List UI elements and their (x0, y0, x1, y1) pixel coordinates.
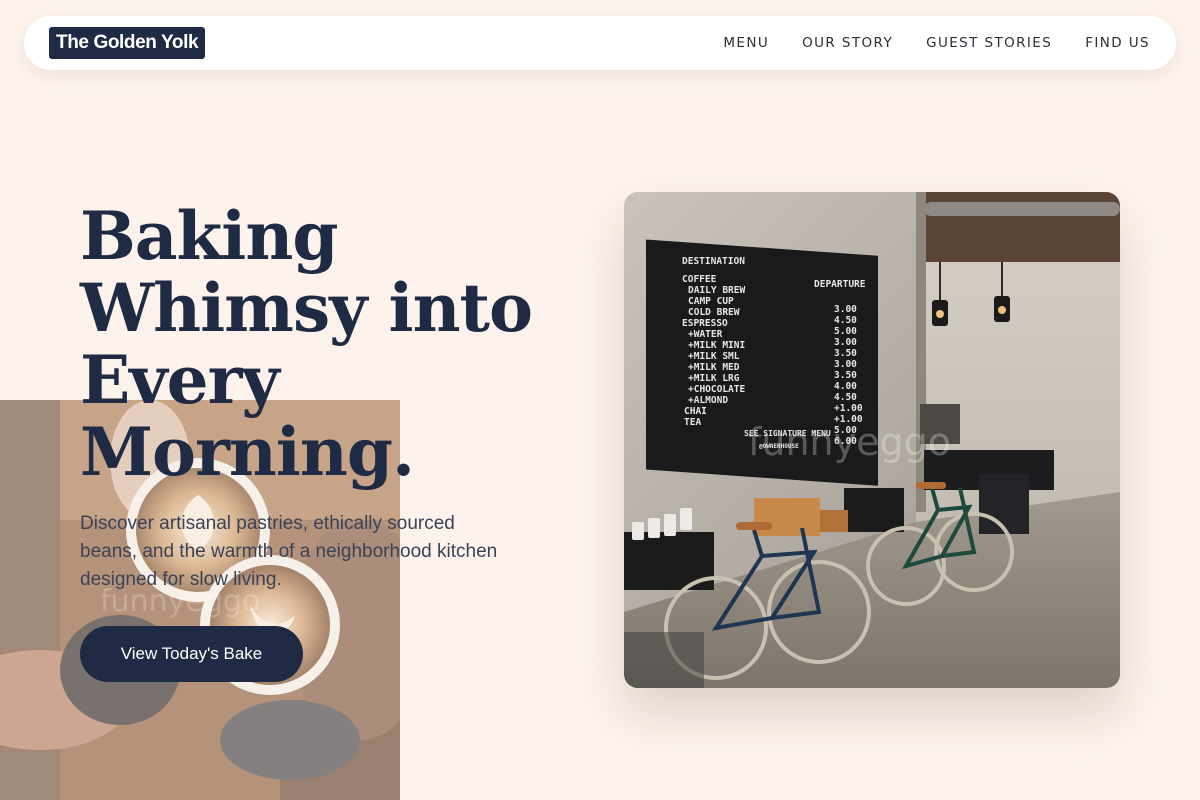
board-price: 6.00 (834, 436, 857, 447)
board-price: 4.00 (834, 381, 857, 392)
board-price: 4.50 (834, 392, 857, 403)
board-header-left: DESTINATION (682, 256, 745, 267)
board-item: CHAI (684, 406, 707, 417)
board-price: 3.00 (834, 359, 857, 370)
board-item: COFFEE (682, 274, 717, 285)
nav-link-our-story[interactable]: OUR STORY (802, 35, 893, 51)
board-footer-sub: @OWNERHOUSE (759, 443, 799, 450)
brand-logo[interactable]: The Golden Yolk (49, 27, 206, 59)
board-item: +MILK LRG (688, 373, 740, 384)
board-item: +MILK MINI (688, 340, 745, 351)
board-price: +1.00 (834, 403, 863, 414)
board-header-right: DEPARTURE (814, 279, 866, 290)
view-todays-bake-button[interactable]: View Today's Bake (80, 626, 303, 682)
board-footer: SEE SIGNATURE MENU (744, 429, 831, 438)
board-price: 3.00 (834, 304, 857, 315)
board-item: +MILK SML (688, 351, 740, 362)
board-price: 5.00 (834, 425, 857, 436)
board-price: 3.00 (834, 337, 857, 348)
page: The Golden Yolk MENU OUR STORY GUEST STO… (0, 0, 1200, 800)
board-item: +ALMOND (688, 395, 728, 406)
nav-link-find-us[interactable]: FIND US (1085, 35, 1150, 51)
board-item: TEA (684, 417, 701, 428)
board-item: +WATER (688, 329, 723, 340)
board-price: 4.50 (834, 315, 857, 326)
top-navbar: The Golden Yolk MENU OUR STORY GUEST STO… (24, 16, 1176, 70)
nav-link-menu[interactable]: MENU (723, 35, 769, 51)
board-price: +1.00 (834, 414, 863, 425)
cafe-interior-illustration: DESTINATION DEPARTURE COFFEE DAILY BREW … (624, 192, 1120, 688)
board-item: DAILY BREW (688, 285, 745, 296)
hero-title: Baking Whimsy into Every Morning. (80, 197, 533, 491)
board-item: +MILK MED (688, 362, 740, 373)
board-price: 3.50 (834, 370, 857, 381)
board-item: ESPRESSO (682, 318, 728, 329)
nav-link-guest-stories[interactable]: GUEST STORIES (926, 35, 1052, 51)
hero-subtitle: Discover artisanal pastries, ethically s… (80, 513, 498, 590)
cafe-interior-photo: DESTINATION DEPARTURE COFFEE DAILY BREW … (624, 192, 1120, 688)
board-item: +CHOCOLATE (688, 384, 745, 395)
board-item: COLD BREW (688, 307, 740, 318)
board-item: CAMP CUP (688, 296, 734, 307)
board-price: 3.50 (834, 348, 857, 359)
board-price: 5.00 (834, 326, 857, 337)
nav-links: MENU OUR STORY GUEST STORIES FIND US (723, 35, 1150, 51)
